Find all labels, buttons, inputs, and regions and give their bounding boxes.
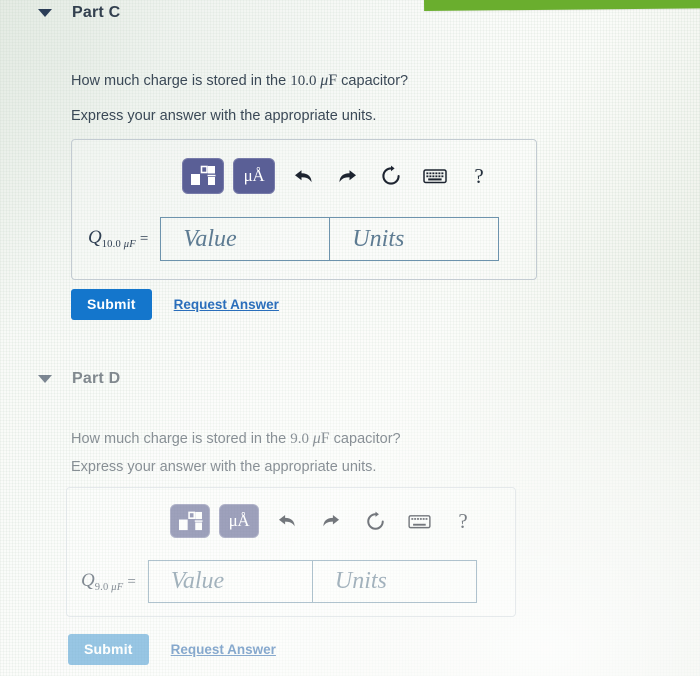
part-d-answer-panel: μÅ ? Q9.0 μF = Value Units (66, 487, 516, 617)
units-button[interactable]: μÅ (219, 504, 259, 538)
part-d-units-input[interactable]: Units (311, 560, 477, 603)
part-d-answer-row: Q9.0 μF = Value Units (81, 560, 477, 603)
undo-arrow-icon (294, 169, 312, 182)
question-prefix: How much charge is stored in the (71, 431, 291, 447)
units-button-label: μÅ (243, 166, 265, 185)
part-d-action-row: Submit Request Answer (68, 634, 276, 665)
redo-button[interactable] (328, 159, 366, 193)
answer-subscript-f: F (116, 582, 124, 594)
value-placeholder: Value (183, 225, 237, 252)
part-c-units-input[interactable]: Units (329, 217, 500, 261)
part-c-math-toolbar: μÅ ? (182, 158, 504, 194)
answer-symbol: Q (81, 569, 95, 591)
reset-circular-arrow-icon (382, 165, 400, 185)
part-d-header[interactable]: Part D (38, 370, 120, 388)
reset-button[interactable] (372, 159, 410, 193)
keyboard-button[interactable] (416, 159, 454, 193)
help-button[interactable]: ? (460, 159, 498, 193)
request-answer-link[interactable]: Request Answer (171, 642, 276, 657)
submit-button[interactable]: Submit (68, 634, 149, 665)
part-d-title: Part D (72, 370, 121, 387)
answer-subscript-value: 9.0 (94, 582, 112, 594)
units-placeholder: Units (334, 568, 387, 594)
answer-equals: = (127, 573, 136, 590)
question-suffix: capacitor? (337, 73, 409, 89)
reset-button[interactable] (356, 504, 394, 538)
part-c-header[interactable]: Part C (38, 4, 120, 22)
part-c-instruction: Express your answer with the appropriate… (71, 108, 377, 124)
part-c-answer-label: Q10.0 μF = (88, 227, 148, 250)
reset-circular-arrow-icon (366, 511, 384, 530)
help-question-icon: ? (474, 163, 484, 188)
undo-button[interactable] (268, 504, 306, 538)
units-button[interactable]: μÅ (233, 158, 275, 194)
question-unit-f: F (320, 430, 330, 447)
question-suffix: capacitor? (329, 431, 401, 447)
redo-arrow-icon (323, 515, 340, 527)
redo-button[interactable] (312, 504, 350, 538)
help-question-icon: ? (458, 508, 468, 533)
part-c-answer-panel: μÅ ? Q10.0 μF = Value Units (71, 139, 537, 280)
request-answer-link[interactable]: Request Answer (174, 297, 279, 312)
answer-symbol: Q (88, 227, 102, 249)
question-prefix: How much charge is stored in the (71, 73, 291, 89)
answer-subscript-value: 10.0 (101, 239, 124, 251)
part-d-answer-label: Q9.0 μF = (81, 570, 136, 593)
part-d-value-input[interactable]: Value (147, 560, 313, 603)
help-button[interactable]: ? (444, 504, 482, 538)
math-template-icon (191, 165, 216, 185)
question-unit-f: F (328, 72, 338, 89)
redo-arrow-icon (338, 169, 356, 182)
math-template-button[interactable] (170, 504, 210, 538)
undo-arrow-icon (278, 515, 295, 527)
part-c-action-row: Submit Request Answer (71, 289, 279, 320)
part-c-question: How much charge is stored in the 10.0 μF… (71, 72, 408, 90)
question-unit-mu: μ (312, 430, 321, 447)
part-d-instruction: Express your answer with the appropriate… (71, 459, 377, 475)
units-placeholder: Units (352, 225, 405, 252)
question-value: 9.0 (290, 431, 313, 447)
submit-button[interactable]: Submit (71, 289, 152, 320)
keyboard-icon (423, 169, 447, 184)
answer-subscript-f: F (129, 239, 136, 251)
part-c-answer-row: Q10.0 μF = Value Units (88, 217, 500, 261)
keyboard-button[interactable] (400, 504, 438, 538)
part-c-title: Part C (72, 4, 121, 21)
part-d-math-toolbar: μÅ ? (170, 504, 488, 538)
keyboard-icon (407, 514, 431, 528)
caret-down-icon[interactable] (38, 375, 52, 383)
units-button-label: μÅ (228, 511, 250, 530)
math-template-button[interactable] (182, 158, 224, 194)
caret-down-icon[interactable] (38, 9, 52, 17)
math-template-icon (178, 511, 202, 530)
answer-equals: = (139, 231, 149, 248)
question-value: 10.0 (290, 73, 321, 89)
part-c-value-input[interactable]: Value (160, 217, 331, 261)
value-placeholder: Value (170, 568, 225, 594)
undo-button[interactable] (284, 159, 322, 193)
part-d-question: How much charge is stored in the 9.0 μF … (71, 430, 401, 448)
